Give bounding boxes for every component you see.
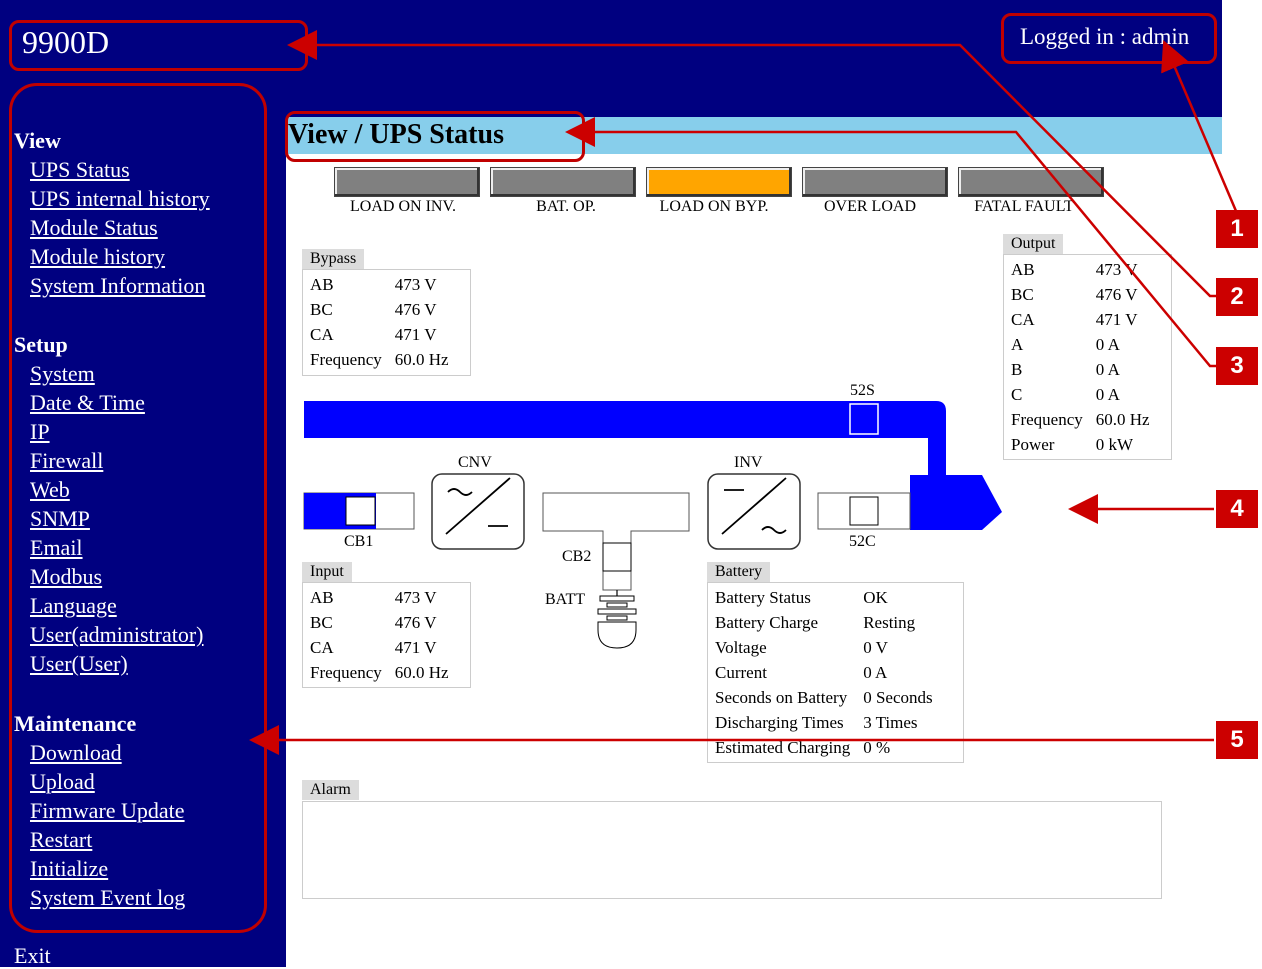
battery-label: Seconds on Battery <box>715 687 848 707</box>
label-cb2: CB2 <box>562 548 591 565</box>
battery-value: 0 Seconds <box>863 687 933 707</box>
breaker-cb1 <box>345 496 376 526</box>
input-value: 473 V <box>394 587 437 607</box>
callout-number: 1 <box>1216 210 1258 248</box>
input-label: CA <box>310 637 334 657</box>
input-value: 476 V <box>394 612 437 632</box>
label-cb1: CB1 <box>344 533 373 550</box>
switch-52c <box>849 496 879 526</box>
alarm-panel-title: Alarm <box>302 780 359 800</box>
battery-panel: Battery Status OK Battery Charge Resting V… <box>707 582 964 763</box>
callout-number: 4 <box>1216 490 1258 528</box>
breaker-cb2 <box>602 542 632 572</box>
output-flow-arrow <box>910 475 1002 530</box>
battery-symbol <box>597 590 637 649</box>
callout-number: 3 <box>1216 347 1258 385</box>
alarm-panel <box>302 801 1162 899</box>
label-cnv: CNV <box>458 454 492 471</box>
converter-block <box>431 473 525 550</box>
callout-number: 5 <box>1216 721 1258 759</box>
battery-value: 3 Times <box>863 712 918 732</box>
label-52s: 52S <box>850 382 875 399</box>
battery-value: 0 % <box>863 737 891 757</box>
label-inv: INV <box>734 454 763 471</box>
label-52c: 52C <box>849 533 876 550</box>
input-value: 471 V <box>394 637 437 657</box>
battery-label: Current <box>715 662 767 682</box>
dc-bus <box>542 492 690 591</box>
battery-value: OK <box>863 587 888 607</box>
battery-label: Battery Charge <box>715 612 819 632</box>
input-label: BC <box>310 612 333 632</box>
switch-52s <box>849 403 879 435</box>
callout-number: 2 <box>1216 278 1258 316</box>
battery-label: Voltage <box>715 637 767 657</box>
battery-label: Discharging Times <box>715 712 844 732</box>
input-value: 60.0 Hz <box>394 662 449 682</box>
label-batt: BATT <box>545 591 585 608</box>
battery-value: 0 V <box>863 637 888 657</box>
input-label: AB <box>310 587 334 607</box>
input-label: Frequency <box>310 662 382 682</box>
battery-label: Battery Status <box>715 587 811 607</box>
input-panel-title: Input <box>302 562 352 582</box>
inverter-block <box>707 473 801 550</box>
battery-value: Resting <box>863 612 916 632</box>
battery-panel-title: Battery <box>707 562 771 582</box>
input-panel: AB 473 V BC 476 V CA 471 V Frequency 60.0 Hz <box>302 582 471 688</box>
battery-value: 0 A <box>863 662 888 682</box>
battery-label: Estimated Charging <box>715 737 851 757</box>
